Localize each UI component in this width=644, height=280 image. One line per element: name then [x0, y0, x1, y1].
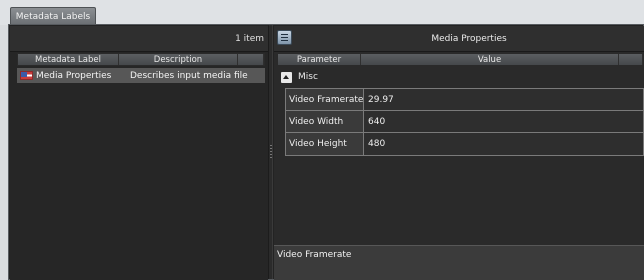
- property-value[interactable]: 640: [364, 111, 643, 132]
- list-item-media-properties[interactable]: Media Properties Describes input media f…: [17, 68, 265, 83]
- label-cell: Media Properties: [36, 70, 112, 81]
- item-count: 1 item: [235, 33, 264, 44]
- properties-title: Media Properties: [431, 34, 507, 44]
- description-title: Video Framerate: [277, 250, 352, 260]
- properties-view-icon[interactable]: [277, 30, 292, 45]
- labels-header: 1 item: [10, 26, 268, 52]
- flag-icon: [20, 71, 33, 80]
- property-value[interactable]: 480: [364, 133, 643, 155]
- labels-column-headers: Metadata Label Description: [17, 53, 265, 66]
- group-row-misc[interactable]: Misc: [277, 69, 644, 85]
- splitter-grip-icon: [270, 145, 272, 159]
- column-header-metadata-label[interactable]: Metadata Label: [18, 54, 119, 65]
- property-name: Video Height: [286, 133, 364, 155]
- property-grid: Video Framerate 29.97 Video Width 640 Vi…: [285, 88, 644, 156]
- properties-pane: Media Properties Parameter Value Misc Vi…: [274, 26, 644, 280]
- column-header-extra: [238, 54, 264, 65]
- main-frame: 1 item Metadata Label Description Media …: [8, 24, 644, 280]
- collapse-icon[interactable]: [281, 71, 292, 83]
- property-row[interactable]: Video Width 640: [286, 111, 643, 133]
- column-header-parameter[interactable]: Parameter: [278, 54, 361, 65]
- column-header-value[interactable]: Value: [361, 54, 619, 65]
- properties-column-headers: Parameter Value: [277, 53, 644, 66]
- property-name: Video Width: [286, 111, 364, 132]
- column-header-description[interactable]: Description: [119, 54, 238, 65]
- property-value[interactable]: 29.97: [364, 89, 643, 110]
- group-label: Misc: [298, 72, 318, 82]
- pane-splitter[interactable]: [268, 25, 273, 279]
- property-name: Video Framerate: [286, 89, 364, 110]
- description-cell: Describes input media file: [130, 70, 248, 81]
- property-description-panel: Video Framerate: [274, 245, 644, 280]
- property-row[interactable]: Video Framerate 29.97: [286, 89, 643, 111]
- column-header-extra: [619, 54, 643, 65]
- tab-bar: Metadata Labels: [0, 0, 644, 25]
- metadata-labels-pane: 1 item Metadata Label Description Media …: [10, 26, 268, 280]
- tab-metadata-labels[interactable]: Metadata Labels: [10, 7, 96, 25]
- property-row[interactable]: Video Height 480: [286, 133, 643, 155]
- properties-header: Media Properties: [274, 26, 644, 52]
